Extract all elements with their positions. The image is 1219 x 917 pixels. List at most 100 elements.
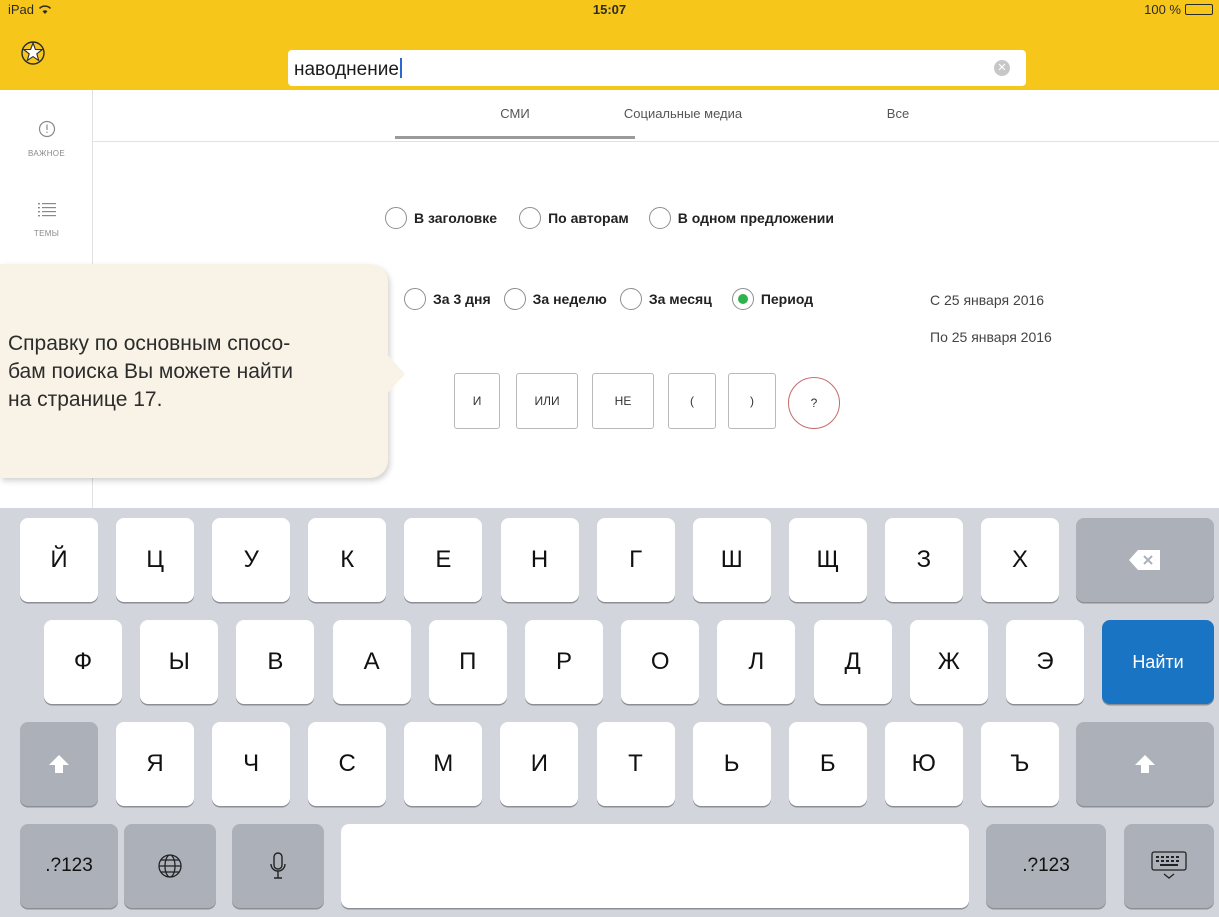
key-letter[interactable]: С (308, 722, 387, 806)
radio-label: За неделю (532, 291, 607, 307)
radio-label: В заголовке (414, 210, 498, 226)
key-letter[interactable]: Р (525, 620, 603, 704)
shift-left-key[interactable] (20, 722, 98, 806)
shift-icon (49, 755, 69, 773)
tooltip-text: Справку по основным спосо- бам поиска Вы… (8, 330, 378, 414)
shift-icon (1135, 755, 1155, 773)
tooltip-line: бам поиска Вы можете найти (8, 360, 294, 383)
key-letter[interactable]: К (308, 518, 387, 602)
key-letter[interactable]: Л (717, 620, 796, 704)
status-time: 15:07 (592, 2, 627, 17)
tooltip-arrow (385, 352, 405, 396)
key-letter[interactable]: Т (596, 722, 675, 806)
radio-label: По авторам (548, 210, 629, 226)
key-letter[interactable]: Д (813, 620, 892, 704)
radio-label: Период (760, 291, 814, 307)
key-letter[interactable]: В (236, 620, 315, 704)
key-letter[interactable]: Ч (212, 722, 291, 806)
app-logo-icon[interactable] (20, 40, 46, 66)
search-query: наводнение (294, 58, 402, 81)
search-submit-key[interactable]: Найти (1102, 620, 1214, 704)
key-letter[interactable]: Э (1006, 620, 1084, 704)
date-from[interactable]: С 25 января 2016 (930, 292, 1044, 308)
alert-icon (38, 120, 55, 138)
radio-label: За месяц (648, 291, 712, 307)
active-tab-indicator (395, 136, 635, 139)
tooltip-line: на странице 17. (8, 388, 163, 411)
shift-right-key[interactable] (1076, 722, 1214, 806)
numbers-left-key[interactable]: .?123 (20, 824, 118, 908)
radio-label: За 3 дня (433, 291, 491, 307)
key-letter[interactable]: Ы (140, 620, 219, 704)
key-letter[interactable]: Щ (788, 518, 867, 602)
key-letter[interactable]: Х (981, 518, 1059, 602)
microphone-key[interactable] (232, 824, 324, 908)
tooltip-line: Справку по основным спосо- (8, 332, 291, 355)
space-key[interactable] (341, 824, 969, 908)
sidebar-item-label: ТЕМЫ (33, 229, 60, 238)
radio-month[interactable] (619, 288, 642, 310)
radio-by-authors[interactable] (519, 207, 542, 229)
backspace-key[interactable] (1076, 518, 1214, 602)
key-letter[interactable]: Ю (884, 722, 963, 806)
key-letter[interactable]: Й (20, 518, 98, 602)
radio-in-one-sentence[interactable] (648, 207, 671, 229)
close-paren-button[interactable]: ) (728, 373, 776, 429)
key-letter[interactable]: Н (500, 518, 579, 602)
backspace-icon (1129, 550, 1160, 570)
search-scope-options: В заголовке По авторам В одном предложен… (385, 207, 848, 229)
radio-selected-dot (737, 294, 748, 304)
key-letter[interactable]: Ж (909, 620, 988, 704)
key-letter[interactable]: Е (404, 518, 483, 602)
source-tabs: СМИ Социальные медиа Все (93, 90, 1219, 142)
key-letter[interactable]: Ш (692, 518, 771, 602)
key-letter[interactable]: Г (596, 518, 675, 602)
key-letter[interactable]: И (500, 722, 579, 806)
clear-search-icon[interactable]: ✕ (994, 60, 1010, 76)
operator-or-button[interactable]: ИЛИ (516, 373, 578, 429)
key-letter[interactable]: Ф (44, 620, 122, 704)
radio-3-days[interactable] (404, 288, 426, 310)
key-letter[interactable]: Ц (116, 518, 195, 602)
globe-key[interactable] (124, 824, 216, 908)
radio-week[interactable] (503, 288, 526, 310)
hide-keyboard-key[interactable] (1124, 824, 1214, 908)
tab-social-media[interactable]: Социальные медиа (533, 106, 833, 121)
date-to[interactable]: По 25 января 2016 (930, 329, 1052, 345)
battery-percent: 100 % (1144, 2, 1181, 17)
onscreen-keyboard: ЙЦУКЕНГШЩЗХ ФЫВАПРОЛДЖЭ ЯЧСМИТЬБЮЪ Найти… (0, 508, 1219, 917)
key-letter[interactable]: О (621, 620, 700, 704)
radio-period[interactable] (731, 288, 754, 310)
help-button[interactable]: ? (788, 377, 840, 429)
open-paren-button[interactable]: ( (668, 373, 716, 429)
key-letter[interactable]: Ъ (980, 722, 1059, 806)
text-caret (399, 58, 402, 78)
sidebar-item-label: ВАЖНОЕ (28, 149, 65, 158)
list-icon (37, 203, 56, 217)
numbers-right-key[interactable]: .?123 (986, 824, 1106, 908)
globe-icon (158, 854, 182, 878)
sidebar-item-topics[interactable]: ТЕМЫ (0, 202, 93, 238)
radio-in-title[interactable] (385, 207, 407, 229)
battery-icon (1185, 4, 1213, 15)
tab-all[interactable]: Все (793, 106, 1003, 121)
search-input[interactable]: наводнение ✕ (288, 50, 1026, 86)
key-letter[interactable]: У (212, 518, 291, 602)
key-letter[interactable]: Ь (692, 722, 771, 806)
key-letter[interactable]: П (428, 620, 507, 704)
key-letter[interactable]: Я (116, 722, 194, 806)
hide-keyboard-icon (1151, 851, 1187, 879)
key-letter[interactable]: М (404, 722, 483, 806)
microphone-icon (270, 852, 286, 879)
sidebar-item-important[interactable]: ВАЖНОЕ (0, 120, 93, 158)
key-letter[interactable]: А (332, 620, 411, 704)
operator-and-button[interactable]: И (454, 373, 500, 429)
key-letter[interactable]: З (884, 518, 963, 602)
search-query-text: наводнение (294, 59, 399, 80)
radio-label: В одном предложении (677, 210, 834, 226)
key-letter[interactable]: Б (788, 722, 867, 806)
status-right: 100 % (1144, 2, 1213, 17)
period-options: За 3 дня За неделю За месяц Период (404, 288, 827, 310)
operator-not-button[interactable]: НЕ (592, 373, 654, 429)
top-bar: iPad 15:07 100 % наводнение ✕ (0, 0, 1219, 90)
